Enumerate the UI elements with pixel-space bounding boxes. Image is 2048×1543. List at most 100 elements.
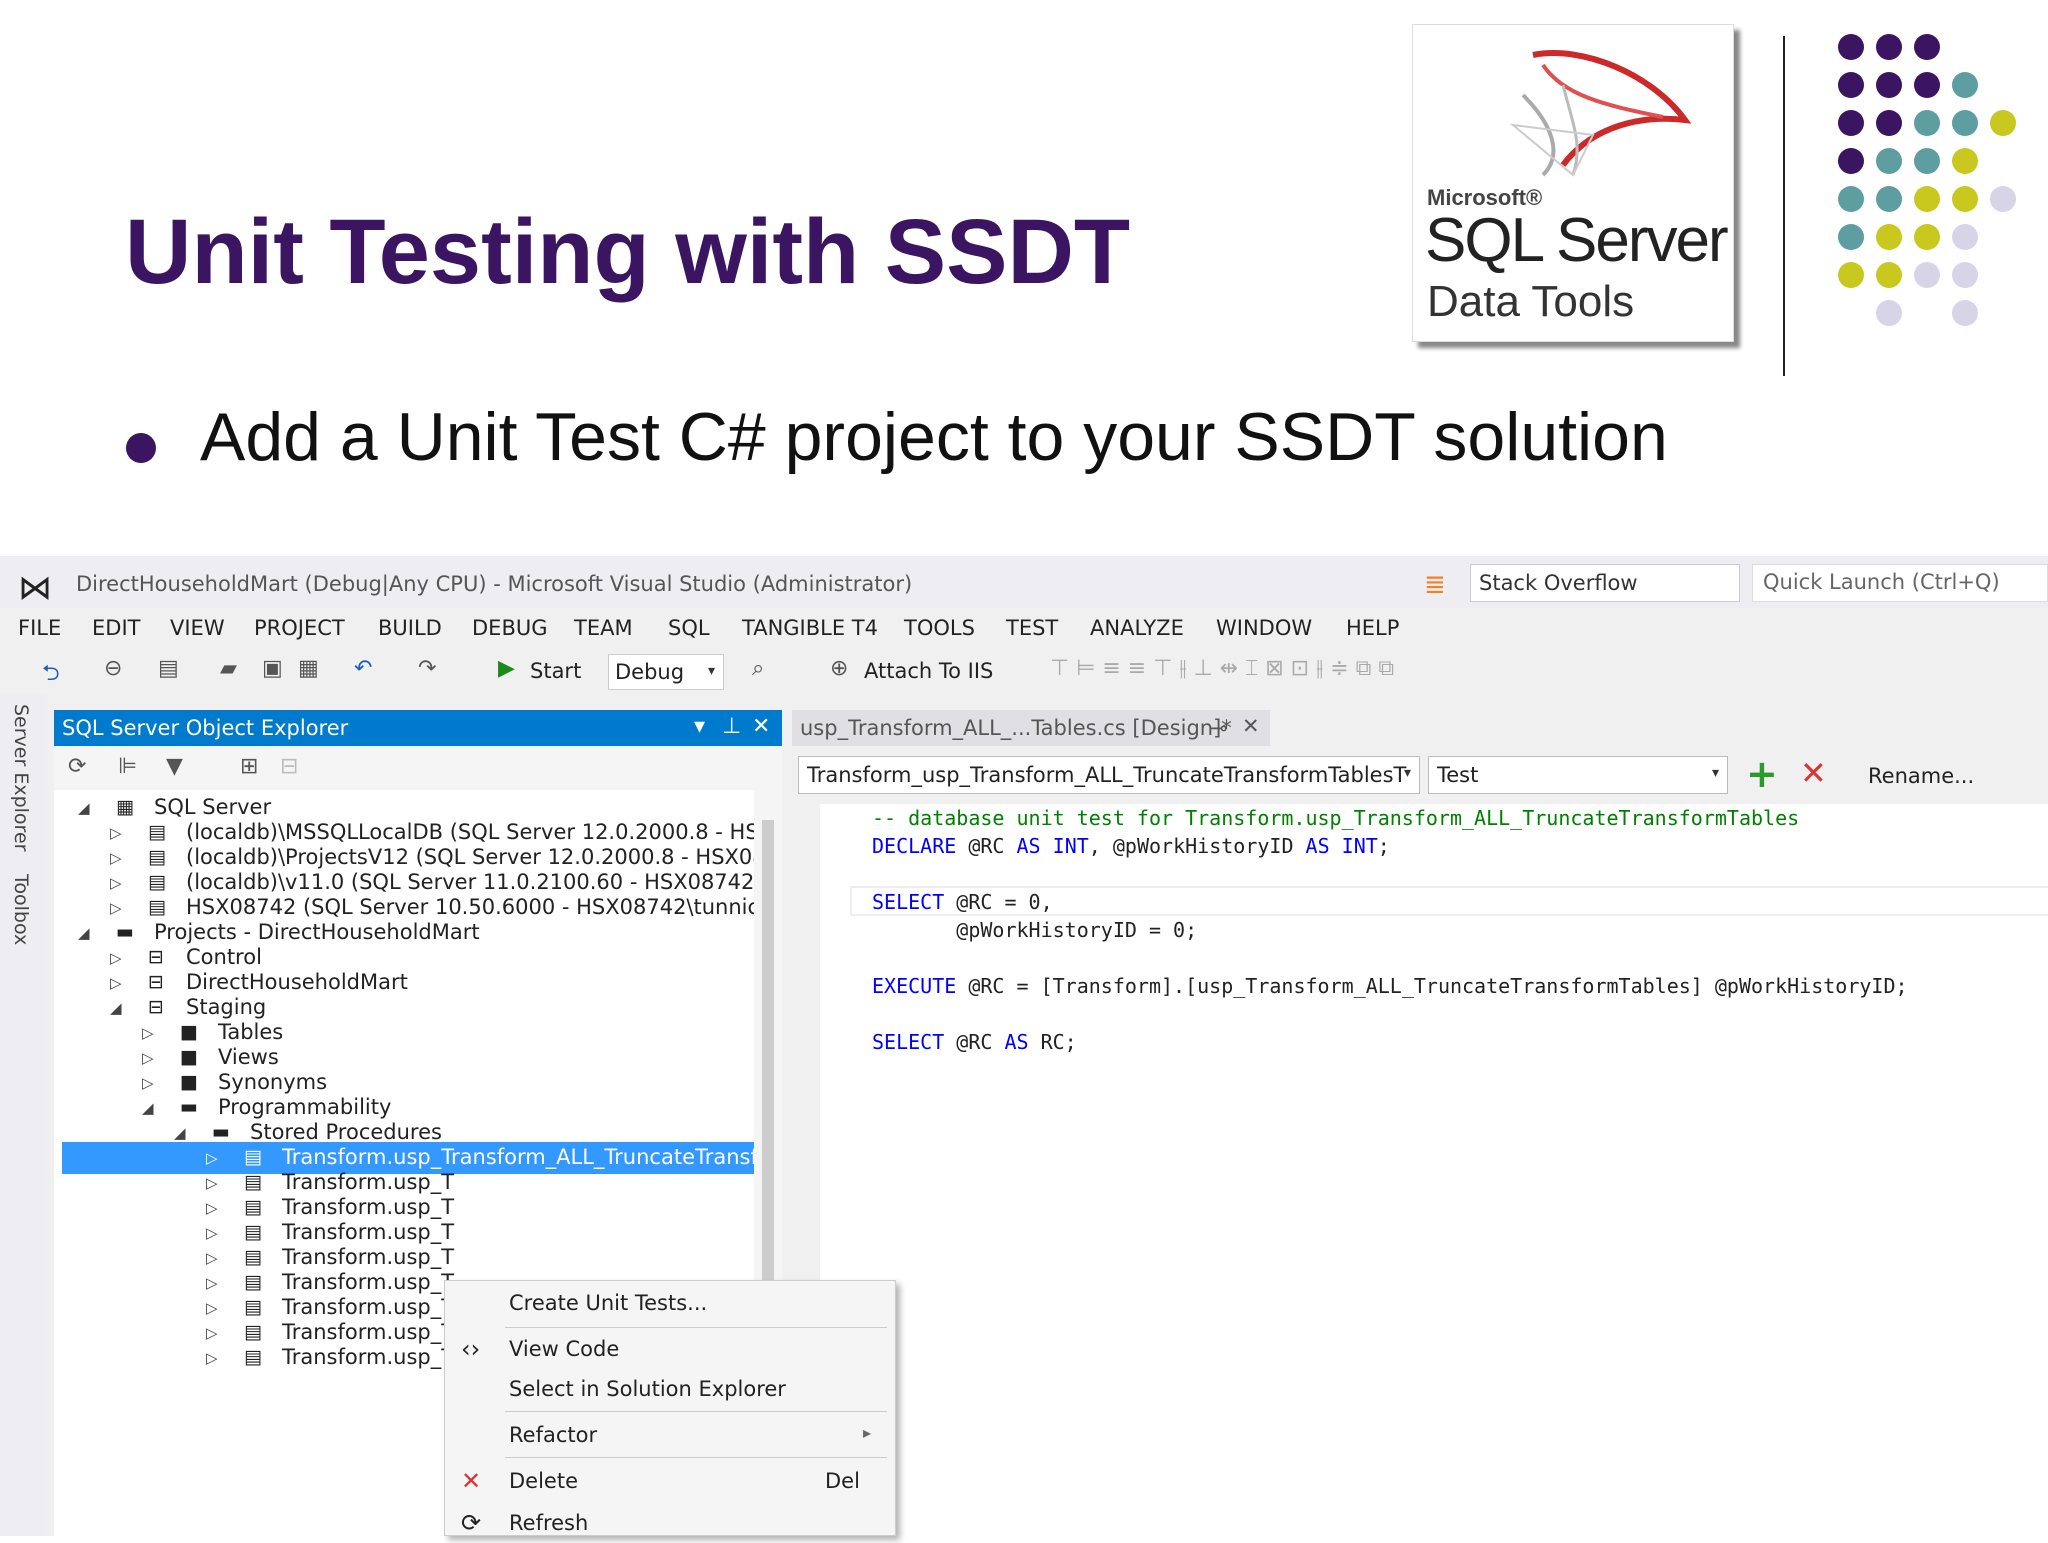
expand-icon: ◢ xyxy=(142,1099,154,1117)
menu-project[interactable]: PROJECT xyxy=(254,616,345,640)
save-all-icon[interactable]: ▦ xyxy=(298,656,319,681)
add-icon[interactable]: + xyxy=(1746,752,1778,796)
collapsed-icon: ▷ xyxy=(206,1299,218,1317)
window-title: DirectHouseholdMart (Debug|Any CPU) - Mi… xyxy=(76,572,913,596)
decorative-dot xyxy=(1876,300,1902,326)
test-type-value: Test xyxy=(1437,763,1479,787)
collapsed-icon: ▷ xyxy=(206,1224,218,1242)
forward-icon[interactable]: ⊖ xyxy=(104,656,122,681)
refactor-item[interactable]: Refactor ▸ xyxy=(445,1415,895,1455)
open-file-icon[interactable]: ▰ xyxy=(220,656,237,681)
test-name-dropdown[interactable]: Transform_usp_Transform_ALL_TruncateTran… xyxy=(798,756,1420,794)
close-icon[interactable]: ✕ xyxy=(752,714,770,739)
globe-icon[interactable]: ⊕ xyxy=(830,656,848,681)
server-explorer-tab[interactable]: Server Explorer xyxy=(10,704,32,851)
decorative-dot xyxy=(1876,186,1902,212)
procedure-icon: ▤ xyxy=(244,1146,262,1168)
pin-icon[interactable]: ⊸ xyxy=(1210,716,1228,740)
collapsed-icon: ▷ xyxy=(110,974,122,992)
toolbox-tab[interactable]: Toolbox xyxy=(10,874,32,945)
redo-icon[interactable]: ↷ xyxy=(418,656,436,681)
delete-item[interactable]: ✕ Delete Del xyxy=(445,1461,895,1501)
procedure-icon: ▤ xyxy=(244,1346,262,1368)
menu-sql[interactable]: SQL xyxy=(668,616,710,640)
layout-tools-icon[interactable]: ⊤ ⊨ ≡ ≡ ⊤ ⫲ ⊥ ⇹ ⌶ ⊠ ⊡ ⫲ ≑ ⧉ ⧉ xyxy=(1050,656,1394,681)
decorative-dot xyxy=(1876,72,1902,98)
configuration-select[interactable]: Debug ▾ xyxy=(608,654,724,690)
decorative-dot xyxy=(1838,72,1864,98)
decorative-dot xyxy=(1914,110,1940,136)
slide-title: Unit Testing with SSDT xyxy=(125,201,1131,303)
undo-icon[interactable]: ↶ xyxy=(354,656,372,681)
decorative-dot xyxy=(1876,224,1902,250)
procedure-icon: ▤ xyxy=(244,1296,262,1318)
expand-icon: ◢ xyxy=(110,999,122,1017)
ssdt-logo: Microsoft® SQL Server Data Tools xyxy=(1412,24,1734,342)
procedure-icon: ▤ xyxy=(244,1321,262,1343)
menu-window[interactable]: WINDOW xyxy=(1216,616,1312,640)
menu-tangible-t4[interactable]: TANGIBLE T4 xyxy=(742,616,878,640)
menu-tools[interactable]: TOOLS xyxy=(904,616,975,640)
menu-team[interactable]: TEAM xyxy=(574,616,633,640)
test-type-dropdown[interactable]: Test ▾ xyxy=(1428,756,1728,794)
code-line: DECLARE @RC AS INT, @pWorkHistoryID AS I… xyxy=(872,834,1390,858)
menu-edit[interactable]: EDIT xyxy=(92,616,140,640)
toolbar: ⮌ ⊖ ▤ ▰ ▣ ▦ ↶ ↷ ▶ Start Debug ▾ ⌕ ⊕ Atta… xyxy=(0,648,2048,694)
collapsed-icon: ▷ xyxy=(110,949,122,967)
code-line: @pWorkHistoryID = 0; xyxy=(872,918,1198,942)
select-in-solution-explorer-item[interactable]: Select in Solution Explorer xyxy=(445,1369,895,1409)
chevron-down-icon[interactable]: ▾ xyxy=(694,714,705,739)
menu-debug[interactable]: DEBUG xyxy=(472,616,548,640)
menu-test[interactable]: TEST xyxy=(1006,616,1058,640)
editor-tab[interactable]: usp_Transform_ALL_...Tables.cs [Design]*… xyxy=(792,710,1270,746)
start-icon[interactable]: ▶ xyxy=(498,656,515,681)
code-line: SELECT @RC AS RC; xyxy=(872,1030,1077,1054)
object-explorer-header: SQL Server Object Explorer ▾ ⊥ ✕ xyxy=(54,710,782,746)
collapsed-icon: ▷ xyxy=(142,1049,154,1067)
refresh-item[interactable]: ⟳ Refresh xyxy=(445,1503,895,1543)
server-icon: ▤ xyxy=(148,896,166,918)
menu-build[interactable]: BUILD xyxy=(378,616,442,640)
folder-icon: ■ xyxy=(180,1071,198,1093)
menu-file[interactable]: FILE xyxy=(18,616,61,640)
slide: Unit Testing with SSDT Add a Unit Test C… xyxy=(0,0,2048,1537)
decorative-dot xyxy=(1876,34,1902,60)
decorative-dot xyxy=(1952,110,1978,136)
visual-studio-window: ⋈ DirectHouseholdMart (Debug|Any CPU) - … xyxy=(0,556,2048,1536)
rename-button[interactable]: Rename... xyxy=(1868,764,1974,788)
start-button[interactable]: Start xyxy=(530,659,581,683)
refresh-icon[interactable]: ⟳ xyxy=(68,754,86,779)
stack-overflow-icon[interactable]: ≣ xyxy=(1424,570,1446,600)
back-icon[interactable]: ⮌ xyxy=(42,656,60,694)
attach-to-iis-button[interactable]: Attach To IIS xyxy=(864,659,993,683)
procedure-icon: ▤ xyxy=(244,1246,262,1268)
save-icon[interactable]: ▣ xyxy=(262,656,283,681)
close-icon[interactable]: ✕ xyxy=(1242,714,1260,738)
editor-tab-label: usp_Transform_ALL_...Tables.cs [Design]* xyxy=(800,716,1232,740)
object-explorer-toolbar: ⟳ ⊫ ▼ ⊞ ⊟ xyxy=(54,746,782,790)
object-explorer-title: SQL Server Object Explorer xyxy=(62,716,349,740)
menu-analyze[interactable]: ANALYZE xyxy=(1090,616,1184,640)
menu-view[interactable]: VIEW xyxy=(170,616,225,640)
quick-launch-input[interactable]: Quick Launch (Ctrl+Q) xyxy=(1752,564,2048,602)
pin-icon[interactable]: ⊥ xyxy=(722,714,741,739)
create-unit-tests-item[interactable]: Create Unit Tests... xyxy=(445,1283,895,1323)
find-icon[interactable]: ⌕ xyxy=(752,656,764,681)
decorative-dot xyxy=(1990,110,2016,136)
code-editor[interactable]: -- database unit test for Transform.usp_… xyxy=(798,804,2048,1536)
decorative-dot xyxy=(1952,300,1978,326)
view-code-item[interactable]: ‹› View Code xyxy=(445,1329,895,1369)
collapsed-icon: ▷ xyxy=(142,1074,154,1092)
decorative-dot xyxy=(1838,148,1864,174)
stop-icon[interactable]: ⊟ xyxy=(280,754,298,779)
filter-icon[interactable]: ▼ xyxy=(166,754,183,779)
add-server-icon[interactable]: ⊞ xyxy=(240,754,258,779)
decorative-dot xyxy=(1838,34,1864,60)
decorative-dot xyxy=(1952,224,1978,250)
delete-icon[interactable]: ✕ xyxy=(1800,754,1827,792)
stack-overflow-search[interactable]: Stack Overflow xyxy=(1470,564,1740,602)
collapsed-icon: ▷ xyxy=(206,1174,218,1192)
new-project-icon[interactable]: ▤ xyxy=(158,656,179,681)
collapse-icon[interactable]: ⊫ xyxy=(118,754,137,779)
menu-help[interactable]: HELP xyxy=(1346,616,1399,640)
